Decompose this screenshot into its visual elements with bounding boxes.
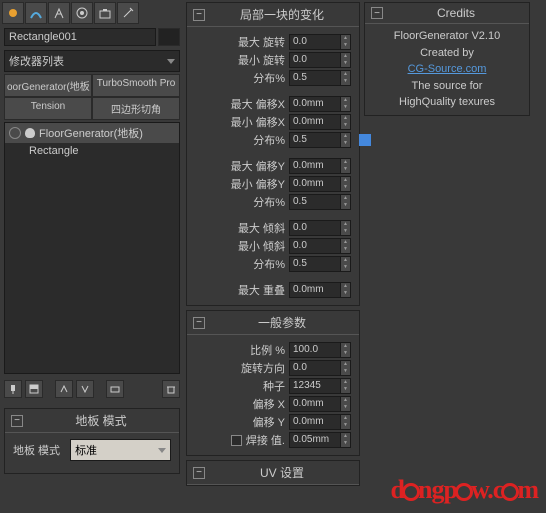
weld-checkbox[interactable] (231, 435, 242, 446)
collapse-floor-mode-icon[interactable]: − (11, 415, 23, 427)
credits-title: Credits (389, 6, 523, 20)
dist2-spinner[interactable]: 0.5 (289, 132, 351, 148)
show-result-icon[interactable] (25, 380, 43, 398)
chevron-down-icon (167, 59, 175, 64)
tree-item-label: FloorGenerator(地板) (39, 125, 143, 141)
max-offsetx-spinner[interactable]: 0.0mm (289, 96, 351, 112)
color-swatch[interactable] (158, 28, 180, 46)
delete-modifier-icon[interactable] (162, 380, 180, 398)
weld-spinner[interactable]: 0.05mm (289, 432, 351, 448)
collapse-credits-icon[interactable]: − (371, 7, 383, 19)
tree-item-label: Rectangle (29, 145, 79, 157)
collapse-local-section-icon[interactable]: − (193, 9, 205, 21)
min-tilt-label: 最小 倾斜 (238, 238, 285, 254)
local-section-title: 局部一块的变化 (211, 6, 353, 23)
max-overlap-label: 最大 重叠 (238, 282, 285, 298)
credits-version: FloorGenerator V2.10 (369, 28, 525, 45)
max-offsetx-label: 最大 偏移X (231, 96, 285, 112)
max-rotation-spinner[interactable]: 0.0 (289, 34, 351, 50)
min-offsety-spinner[interactable]: 0.0mm (289, 176, 351, 192)
make-unique-icon[interactable] (55, 380, 73, 398)
dist3-label: 分布% (253, 194, 285, 210)
dist2-label: 分布% (253, 132, 285, 148)
lock-icon[interactable] (359, 134, 371, 146)
max-tilt-spinner[interactable]: 0.0 (289, 220, 351, 236)
min-offsetx-spinner[interactable]: 0.0mm (289, 114, 351, 130)
credits-tagline2: HighQuality texures (369, 94, 525, 111)
floor-mode-value: 标准 (75, 442, 97, 458)
max-tilt-label: 最大 倾斜 (238, 220, 285, 236)
offsetx-label: 偏移 X (253, 396, 285, 412)
seed-spinner[interactable]: 12345 (289, 378, 351, 394)
tab-quadchamfer[interactable]: 四边形切角 (92, 97, 180, 120)
rotdir-spinner[interactable]: 0.0 (289, 360, 351, 376)
seed-label: 种子 (263, 378, 285, 394)
tool-sun-icon[interactable] (2, 2, 24, 24)
max-overlap-spinner[interactable]: 0.0mm (289, 282, 351, 298)
dist4-spinner[interactable]: 0.5 (289, 256, 351, 272)
min-tilt-spinner[interactable]: 0.0 (289, 238, 351, 254)
tab-tension[interactable]: Tension (4, 97, 92, 120)
general-section-title: 一般参数 (211, 314, 353, 331)
min-rotation-label: 最小 旋转 (238, 52, 285, 68)
credits-tagline1: The source for (369, 78, 525, 95)
tab-turbosmooth[interactable]: TurboSmooth Pro (92, 74, 180, 97)
visibility-icon[interactable] (9, 127, 21, 139)
modifier-list-label: 修改器列表 (9, 53, 64, 69)
tree-item-floorgenerator[interactable]: FloorGenerator(地板) (5, 123, 179, 143)
collapse-uv-section-icon[interactable]: − (193, 467, 205, 479)
weld-label: 焊接 值. (246, 432, 285, 448)
chevron-down-icon (158, 448, 166, 453)
bulb-icon[interactable] (25, 128, 35, 138)
dist4-label: 分布% (253, 256, 285, 272)
configure-sets-icon[interactable] (106, 380, 124, 398)
min-offsetx-label: 最小 偏移X (231, 114, 285, 130)
top-toolbar (0, 0, 184, 26)
credits-link[interactable]: CG-Source.com (369, 61, 525, 78)
modifier-list-dropdown[interactable]: 修改器列表 (4, 50, 180, 72)
tool-arc-icon[interactable] (25, 2, 47, 24)
dist3-spinner[interactable]: 0.5 (289, 194, 351, 210)
min-rotation-spinner[interactable]: 0.0 (289, 52, 351, 68)
max-offsety-label: 最大 偏移Y (231, 158, 285, 174)
object-name-input[interactable] (4, 28, 156, 46)
min-offsety-label: 最小 偏移Y (231, 176, 285, 192)
floor-mode-label: 地板 模式 (13, 442, 60, 458)
collapse-general-section-icon[interactable]: − (193, 317, 205, 329)
uv-section-title: UV 设置 (211, 464, 353, 481)
scale-spinner[interactable]: 100.0 (289, 342, 351, 358)
stack-toolbar (0, 376, 184, 402)
dist1-label: 分布% (253, 70, 285, 86)
tool-circle-icon[interactable] (71, 2, 93, 24)
rotdir-label: 旋转方向 (241, 360, 285, 376)
pin-stack-icon[interactable] (4, 380, 22, 398)
floor-mode-dropdown[interactable]: 标准 (70, 439, 171, 461)
tab-floorgenerator[interactable]: oorGenerator(地板 (4, 74, 92, 97)
modifier-stack-tree[interactable]: FloorGenerator(地板) Rectangle (4, 122, 180, 374)
dist1-spinner[interactable]: 0.5 (289, 70, 351, 86)
max-offsety-spinner[interactable]: 0.0mm (289, 158, 351, 174)
offsetx-spinner[interactable]: 0.0mm (289, 396, 351, 412)
tree-item-rectangle[interactable]: Rectangle (5, 143, 179, 159)
offsety-label: 偏移 Y (253, 414, 285, 430)
floor-mode-title: 地板 模式 (29, 412, 173, 429)
tool-camera-icon[interactable] (94, 2, 116, 24)
remove-modifier-icon[interactable] (76, 380, 94, 398)
scale-label: 比例 % (250, 342, 285, 358)
tool-measure-icon[interactable] (48, 2, 70, 24)
offsety-spinner[interactable]: 0.0mm (289, 414, 351, 430)
credits-createdby: Created by (369, 45, 525, 62)
tool-wand-icon[interactable] (117, 2, 139, 24)
max-rotation-label: 最大 旋转 (238, 34, 285, 50)
